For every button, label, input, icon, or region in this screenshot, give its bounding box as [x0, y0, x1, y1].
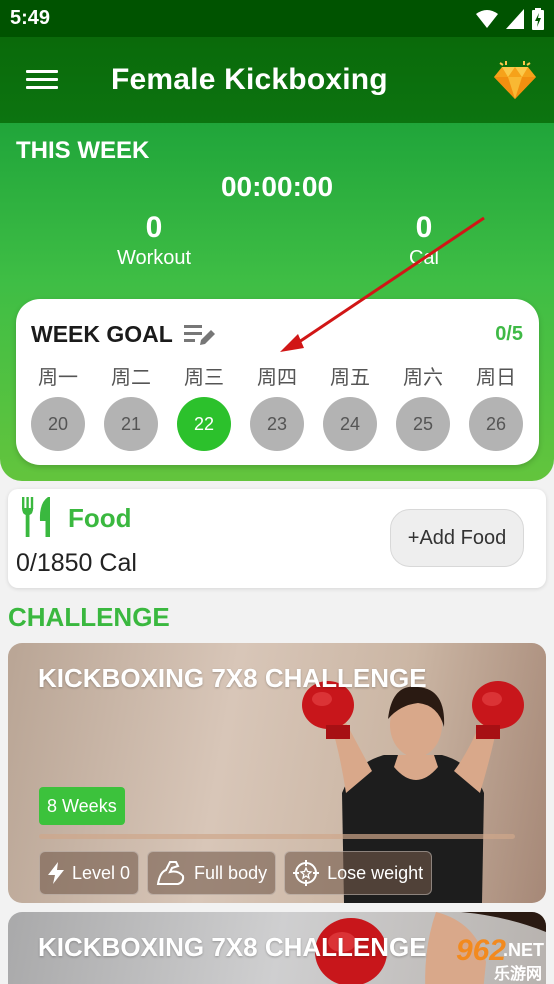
day-date[interactable]: 20: [31, 397, 85, 451]
watermark-suffix: .NET: [502, 940, 544, 960]
day-monday[interactable]: 周一 20: [31, 361, 85, 451]
level-tag: Level 0: [39, 851, 140, 895]
challenge-card[interactable]: KICKBOXING 7X8 CHALLENGE 8 Weeks Level 0…: [8, 643, 546, 903]
challenge-heading: CHALLENGE: [8, 602, 170, 632]
battery-icon: [532, 8, 544, 30]
day-friday[interactable]: 周五 24: [323, 361, 377, 451]
day-thursday[interactable]: 周四 23: [250, 361, 304, 451]
day-wednesday[interactable]: 周三 22: [177, 361, 231, 451]
diamond-icon[interactable]: [492, 57, 538, 103]
food-title: Food: [68, 503, 132, 533]
week-goal-title: WEEK GOAL: [31, 321, 173, 347]
site-watermark: 962 .NET 乐游网: [416, 934, 550, 983]
target-icon: [293, 860, 320, 886]
lightning-icon: [48, 862, 64, 884]
goal-tag: Lose weight: [284, 851, 433, 895]
level-label: Level 0: [72, 862, 131, 883]
food-calories: 0/1850 Cal: [16, 549, 137, 577]
calorie-label: Cal: [408, 247, 439, 269]
this-week-panel: THIS WEEK 00:00:00 0 Workout 0 Cal WEEK …: [0, 123, 554, 481]
day-label: 周六: [403, 367, 443, 389]
day-date[interactable]: 24: [323, 397, 377, 451]
workout-label: Workout: [116, 247, 192, 269]
challenge-tags: Level 0 Full body Lose weight: [39, 851, 433, 895]
challenge-title: KICKBOXING 7X8 CHALLENGE: [38, 932, 427, 962]
week-goal-progress: 0/5: [495, 323, 523, 345]
flexed-arm-icon: [156, 861, 185, 885]
day-label: 周一: [38, 367, 78, 389]
workout-stat: 0 Workout: [54, 211, 254, 270]
week-goal-card[interactable]: WEEK GOAL 0/5 周一 20 周二 21 周三 22 周四 23 周五…: [16, 299, 539, 465]
workout-count: 0: [145, 211, 163, 244]
calorie-count: 0: [415, 211, 433, 244]
add-food-button[interactable]: +Add Food: [390, 509, 524, 567]
day-tuesday[interactable]: 周二 21: [104, 361, 158, 451]
calorie-stat: 0 Cal: [324, 211, 524, 270]
day-label: 周三: [184, 367, 224, 389]
day-date[interactable]: 22: [177, 397, 231, 451]
signal-icon: [506, 9, 524, 29]
weeks-badge: 8 Weeks: [39, 787, 125, 825]
wifi-icon: [476, 10, 498, 28]
day-label: 周日: [476, 367, 516, 389]
food-card[interactable]: Food 0/1850 Cal +Add Food: [8, 489, 546, 588]
fork-knife-icon: [22, 497, 50, 537]
status-bar: 5:49: [0, 0, 554, 37]
day-date[interactable]: 26: [469, 397, 523, 451]
body-tag: Full body: [147, 851, 277, 895]
app-bar: Female Kickboxing: [0, 37, 554, 123]
status-time: 5:49: [10, 7, 51, 29]
challenge-title: KICKBOXING 7X8 CHALLENGE: [38, 663, 427, 693]
day-date[interactable]: 25: [396, 397, 450, 451]
goal-label: Lose weight: [327, 862, 424, 883]
watermark-site: 乐游网: [493, 966, 542, 983]
edit-goal-icon[interactable]: [184, 321, 216, 349]
day-label: 周二: [111, 367, 151, 389]
day-sunday[interactable]: 周日 26: [469, 361, 523, 451]
challenge-progress-bar: [39, 834, 515, 839]
day-label: 周四: [257, 367, 297, 389]
week-timer: 00:00:00: [220, 171, 334, 202]
menu-icon[interactable]: [24, 65, 60, 95]
app-title: Female Kickboxing: [111, 63, 388, 96]
day-label: 周五: [330, 367, 370, 389]
day-date[interactable]: 23: [250, 397, 304, 451]
this-week-heading: THIS WEEK: [16, 137, 150, 164]
day-date[interactable]: 21: [104, 397, 158, 451]
status-icons: [476, 8, 544, 30]
body-label: Full body: [194, 862, 268, 883]
week-days: 周一 20 周二 21 周三 22 周四 23 周五 24 周六 25 周日 2…: [31, 361, 523, 451]
day-saturday[interactable]: 周六 25: [396, 361, 450, 451]
